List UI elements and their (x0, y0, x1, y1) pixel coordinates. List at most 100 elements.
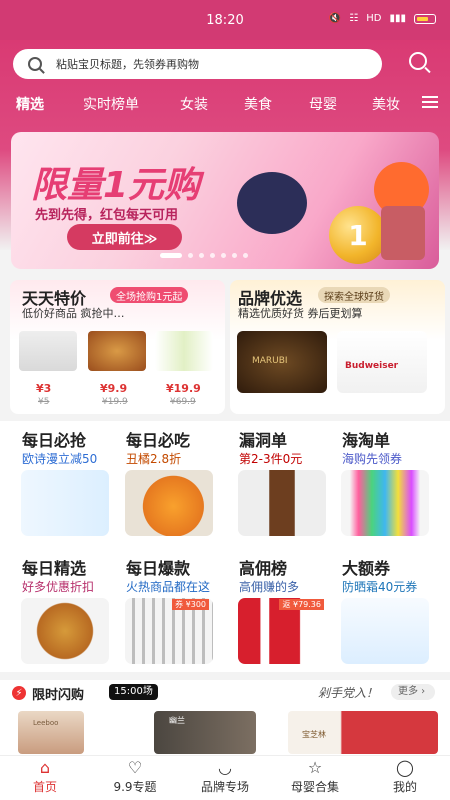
signal-icon: ▮▮▮ (389, 13, 406, 24)
banner-subtitle: 先到先得，红包每天可用 (35, 208, 179, 223)
wifi-icon: ☷ (349, 13, 359, 24)
category-item[interactable]: 每日必抢 欧诗漫立减50 (0, 424, 112, 536)
category-subtitle: 欧诗漫立减50 (22, 452, 98, 466)
brand-name: Leeboo (33, 719, 59, 727)
product-image[interactable] (19, 331, 77, 371)
category-title: 漏洞单 (239, 431, 288, 450)
status-bar: 18:20 🔇 ☷ HD ▮▮▮ (0, 0, 450, 40)
product-price: ¥3 (36, 382, 52, 395)
brand-product-image[interactable]: Budweiser (337, 331, 427, 393)
tab-beauty[interactable]: 美妆 (372, 94, 400, 114)
category-title: 每日精选 (22, 559, 87, 578)
category-image: 返 ¥79.36 (238, 598, 326, 664)
category-title: 高佣榜 (239, 559, 288, 578)
category-title: 大额券 (342, 559, 391, 578)
flash-product-image[interactable]: Leeboo (18, 711, 84, 754)
category-subtitle: 火热商品都在这 (126, 580, 211, 594)
category-item[interactable]: 高佣榜 高佣赚的多 返 ¥79.36 (217, 552, 329, 664)
category-image (341, 598, 429, 664)
suitcase-image (381, 206, 425, 260)
banner-title: 限量1元购 (31, 165, 201, 206)
category-title: 每日必吃 (126, 431, 191, 450)
menu-icon[interactable] (422, 96, 438, 108)
tab-label: 9.9专题 (113, 780, 157, 794)
category-item[interactable]: 大额券 防晒霜40元券 (320, 552, 432, 664)
flash-sale-title: 限时闪购 (32, 688, 85, 703)
flash-product-image[interactable]: 宝芝林 (288, 711, 438, 754)
product-price: ¥19.9 (166, 382, 201, 395)
category-item[interactable]: 每日精选 好多优惠折扣 (0, 552, 112, 664)
volume-off-icon: 🔇 (328, 13, 342, 24)
search-placeholder: 粘贴宝贝标题，先领券再购物 (56, 58, 199, 71)
coupon-tag: 券 ¥300 (172, 599, 209, 610)
tab-label: 首页 (32, 780, 57, 794)
category-image (238, 470, 326, 536)
daily-deals-badge: 全场抢购1元起 (110, 287, 189, 303)
daily-deals-panel[interactable]: 天天特价 全场抢购1元起 低价好商品 疯抢中… ¥3 ¥5 ¥9.9 ¥19.9… (10, 280, 225, 414)
bottom-tab-bar: ⌂ 首页 ♡ 9.9专题 ◡ 品牌专场 ☆ 母婴合集 ◯ 我的 (0, 755, 450, 800)
product-image[interactable] (155, 331, 213, 371)
battery-icon (414, 13, 436, 24)
tab-label: 我的 (392, 780, 417, 794)
heart-icon: ♡ (127, 758, 143, 777)
category-title: 海淘单 (342, 431, 391, 450)
banner-pagination (160, 253, 248, 258)
search-icon (28, 57, 42, 71)
tab-nine-nine[interactable]: ♡ 9.9专题 (95, 759, 175, 795)
category-subtitle: 防晒霜40元券 (342, 580, 418, 594)
category-item[interactable]: 漏洞单 第2-3件0元 (217, 424, 329, 536)
category-image (125, 470, 213, 536)
status-time: 18:20 (206, 12, 244, 28)
brand-product-image[interactable]: MARUBI (237, 331, 327, 393)
product-old-price: ¥19.9 (102, 397, 128, 407)
tab-food[interactable]: 美食 (244, 94, 272, 114)
tab-brand[interactable]: ◡ 品牌专场 (185, 759, 265, 795)
brand-select-badge: 探索全球好货 (318, 287, 390, 303)
tab-maternal-collection[interactable]: ☆ 母婴合集 (275, 759, 355, 795)
brand-select-panel[interactable]: 品牌优选 探索全球好货 精选优质好货 券后更划算 MARUBI Budweise… (230, 280, 445, 414)
chat-icon: ◯ (396, 758, 414, 777)
network-label: HD (366, 13, 382, 24)
category-item[interactable]: 每日必吃 丑橘2.8折 (104, 424, 216, 536)
brand-select-desc: 精选优质好货 券后更划算 (238, 307, 363, 320)
category-image (21, 470, 109, 536)
product-image[interactable] (88, 331, 146, 371)
category-item[interactable]: 每日爆款 火热商品都在这 券 ¥300 (104, 552, 216, 664)
tab-mine[interactable]: ◯ 我的 (365, 759, 445, 795)
category-image (21, 598, 109, 664)
category-subtitle: 好多优惠折扣 (22, 580, 95, 594)
category-nav: 精选 实时榜单 女装 美食 母婴 美妆 (0, 90, 450, 116)
category-subtitle: 高佣赚的多 (239, 580, 300, 594)
product-old-price: ¥5 (38, 397, 50, 407)
tab-women-clothing[interactable]: 女装 (180, 94, 208, 114)
tab-maternal[interactable]: 母婴 (309, 94, 337, 114)
flash-sale-time: 15:00场 (109, 684, 158, 700)
more-button[interactable]: 更多 › (391, 684, 435, 700)
brand-name: Budweiser (345, 361, 399, 371)
search-icon[interactable] (409, 52, 427, 70)
lightning-icon: ⚡ (12, 686, 26, 700)
brand-name: 幽兰 (169, 716, 185, 725)
tab-label: 母婴合集 (290, 780, 339, 794)
category-image: 券 ¥300 (125, 598, 213, 664)
category-subtitle: 丑橘2.8折 (126, 452, 182, 466)
promo-banner[interactable]: 限量1元购 先到先得，红包每天可用 立即前往≫ 1 (11, 132, 439, 269)
category-item[interactable]: 海淘单 海购先领券 (320, 424, 432, 536)
status-icons: 🔇 ☷ HD ▮▮▮ (329, 13, 436, 24)
tab-featured[interactable]: 精选 (16, 94, 44, 114)
brand-icon: ◡ (218, 758, 232, 777)
category-subtitle: 海购先领券 (342, 452, 403, 466)
home-icon: ⌂ (39, 758, 51, 777)
search-bar[interactable]: 粘贴宝贝标题，先领券再购物 (13, 49, 382, 79)
flash-sale-slogan: 剁手党入！ (318, 686, 379, 700)
banner-go-button[interactable]: 立即前往≫ (67, 224, 182, 250)
flash-product-image[interactable]: 幽兰 (154, 711, 256, 754)
coupon-tag: 返 ¥79.36 (279, 599, 324, 610)
category-image (341, 470, 429, 536)
daily-deals-desc: 低价好商品 疯抢中… (22, 307, 125, 320)
tab-realtime-ranking[interactable]: 实时榜单 (83, 94, 139, 114)
category-title: 每日必抢 (22, 431, 87, 450)
category-title: 每日爆款 (126, 559, 191, 578)
product-price: ¥9.9 (100, 382, 128, 395)
tab-home[interactable]: ⌂ 首页 (5, 759, 85, 795)
